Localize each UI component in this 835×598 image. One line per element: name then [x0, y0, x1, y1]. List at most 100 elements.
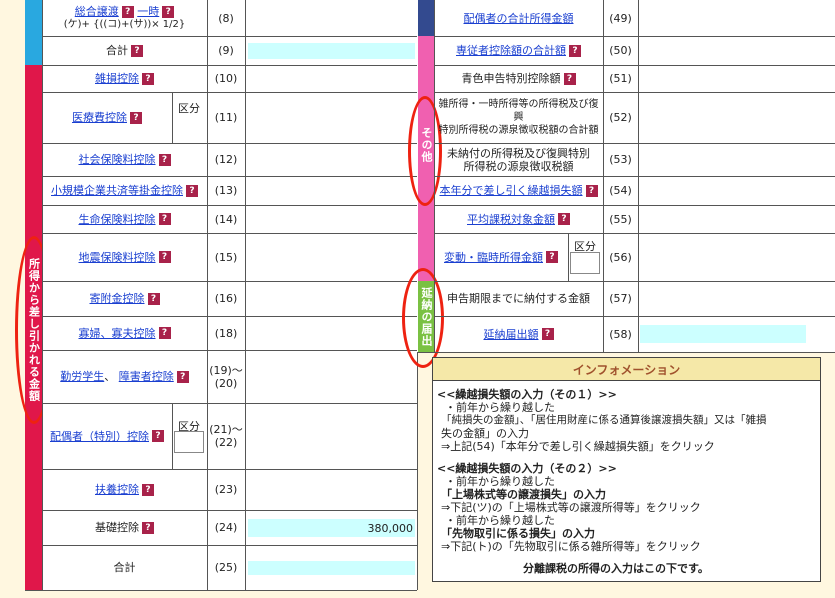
row-num: (18): [214, 326, 238, 340]
row-shinkoku-label: 申告期限までに納付する金額: [447, 292, 590, 305]
row-num: (13): [214, 184, 238, 197]
iryouhi-link[interactable]: 医療費控除: [72, 111, 127, 124]
row-num: (10): [214, 72, 238, 85]
kifukin-link[interactable]: 寄附金控除: [90, 292, 145, 305]
shakai-link[interactable]: 社会保険料控除: [79, 153, 156, 166]
row-num: (52): [609, 111, 632, 124]
help-icon[interactable]: ?: [546, 251, 558, 263]
kafu-link[interactable]: 寡婦、寡夫控除: [79, 327, 156, 340]
help-icon[interactable]: ?: [142, 483, 154, 496]
help-icon[interactable]: ?: [176, 370, 189, 383]
help-icon[interactable]: ?: [158, 251, 171, 263]
row-ennou-label: 延納届出額?: [434, 316, 603, 352]
row-seimei-label: 生命保険料控除?: [42, 205, 207, 233]
info-line: <<繰越損失額の入力（その１）>>: [437, 388, 617, 401]
info-line: ・前年から繰り越した: [445, 475, 555, 488]
sougou-link[interactable]: 総合譲渡: [75, 5, 119, 18]
fuyou-link[interactable]: 扶養控除: [95, 483, 139, 496]
row-haigusha-label: 配偶者（特別）控除?: [42, 403, 172, 469]
sougou-formula: (ケ)+ {((コ)+(サ))× 1/2}: [63, 19, 186, 30]
row-fuyou-label: 扶養控除?: [42, 469, 207, 510]
row-kifukin-label: 寄附金控除?: [42, 281, 207, 316]
info-title: インフォメーション: [432, 357, 821, 381]
help-icon[interactable]: ?: [142, 72, 154, 85]
row-senju-label: 専従者控除額の合計額?: [434, 36, 603, 65]
help-icon[interactable]: ?: [130, 111, 142, 124]
help-icon[interactable]: ?: [158, 327, 171, 339]
haigusha-link[interactable]: 配偶者（特別）控除: [50, 430, 149, 443]
row-num: (19)～ (20): [209, 363, 243, 390]
left-band-blue: [25, 0, 42, 65]
row-num: (12): [214, 153, 238, 166]
seimei-link[interactable]: 生命保険料控除: [79, 213, 156, 226]
row-shoukibo-label: 小規模企業共済等掛金控除?: [42, 176, 207, 205]
info-line: ⇒上記(54)「本年分で差し引く繰越損失額」をクリック: [441, 440, 715, 453]
row-kiso-label: 基礎控除?: [42, 510, 207, 545]
iryouhi-kubun-label: 区分: [178, 102, 200, 115]
help-icon[interactable]: ?: [558, 213, 570, 225]
goukei2-value-field: [248, 561, 415, 575]
row-num: (58): [609, 327, 632, 341]
row-num: (9): [218, 44, 234, 57]
row-num: (56): [609, 250, 632, 264]
help-icon[interactable]: ?: [162, 6, 175, 18]
row-honnen-label: 本年分で差し引く繰越損失額?: [434, 176, 603, 205]
help-icon[interactable]: ?: [147, 292, 160, 305]
row-goukei1-label: 合計?: [42, 36, 207, 65]
row-num: (23): [214, 483, 238, 496]
info-line: <<繰越損失額の入力（その２）>>: [437, 462, 617, 475]
help-icon[interactable]: ?: [142, 521, 154, 534]
info-line: 失の金額」の入力: [441, 427, 529, 440]
help-icon[interactable]: ?: [121, 6, 134, 18]
help-icon[interactable]: ?: [152, 430, 164, 442]
zasson-link[interactable]: 雑損控除: [95, 72, 139, 85]
info-line: ⇒下記(ツ)の「上場株式等の譲渡所得等」をクリック: [441, 501, 701, 514]
row-num: (57): [609, 292, 632, 305]
help-icon[interactable]: ?: [186, 184, 198, 197]
row-kinrou-label: 勤労学生、 障害者控除?: [42, 350, 207, 403]
row-num: (49): [609, 11, 632, 25]
help-icon[interactable]: ?: [158, 213, 171, 225]
info-line: 「先物取引に係る損失」の入力: [441, 527, 595, 540]
row-num: (11): [214, 111, 238, 124]
help-icon[interactable]: ?: [569, 44, 581, 57]
kinrou-link[interactable]: 勤労学生: [60, 370, 104, 383]
row-num: (24): [214, 521, 238, 534]
row-num: (50): [609, 44, 632, 57]
row-num: (21)～ (22): [209, 423, 243, 449]
row-sougou-label: 総合譲渡? 一時? (ケ)+ {((コ)+(サ))× 1/2}: [42, 0, 207, 36]
row-num: (14): [214, 212, 238, 226]
kiso-value-field: 380,000: [248, 519, 415, 537]
row-zasson-label: 雑損控除?: [42, 65, 207, 92]
info-line: 「純損失の金額」、「居住用財産に係る通算後譲渡損失額」又は「雑損: [441, 414, 767, 426]
row-zatsushotoku-label: 雑所得・一時所得等の所得税及び復 興 特別所得税の源泉徴収税額の合計額: [438, 99, 599, 136]
help-icon[interactable]: ?: [563, 72, 576, 85]
shougaisha-link[interactable]: 障害者控除: [119, 370, 174, 383]
jishin-link[interactable]: 地震保険料控除: [79, 251, 156, 264]
haigusha-kubun-input[interactable]: [174, 431, 204, 453]
ichiji-link[interactable]: 一時: [137, 5, 159, 18]
row-heikin-label: 平均課税対象金額?: [434, 205, 603, 233]
help-icon[interactable]: ?: [585, 184, 598, 197]
row-num: (15): [214, 250, 238, 264]
row-iryouhi-label: 医療費控除?: [42, 92, 172, 143]
info-line: ・前年から繰り越した: [445, 401, 555, 414]
help-icon[interactable]: ?: [158, 153, 171, 166]
row-aoiro-label: 青色申告特別控除額?: [434, 65, 603, 92]
info-footer: 分離課税の所得の入力はこの下です。: [523, 562, 709, 575]
row-num: (25): [214, 561, 238, 574]
ennou-value-field: [640, 325, 806, 343]
right-band-navy: [418, 0, 434, 36]
shoukibo-link[interactable]: 小規模企業共済等掛金控除: [51, 184, 183, 197]
row-num: (54): [609, 184, 632, 197]
row-shakai-label: 社会保険料控除?: [42, 143, 207, 176]
info-line: ・前年から繰り越した: [445, 514, 555, 527]
help-icon[interactable]: ?: [541, 328, 554, 340]
row-num: (8): [218, 11, 234, 25]
info-panel: インフォメーション <<繰越損失額の入力（その１）>> ・前年から繰り越した 「…: [432, 357, 821, 582]
goukei1-value-field: [248, 43, 415, 59]
row-minoufu-label: 未納付の所得税及び復興特別 所得税の源泉徴収税額: [447, 146, 590, 173]
help-icon[interactable]: ?: [131, 44, 143, 57]
hendou-kubun-input[interactable]: [570, 252, 600, 274]
info-line: 「上場株式等の譲渡損失」の入力: [441, 488, 606, 501]
